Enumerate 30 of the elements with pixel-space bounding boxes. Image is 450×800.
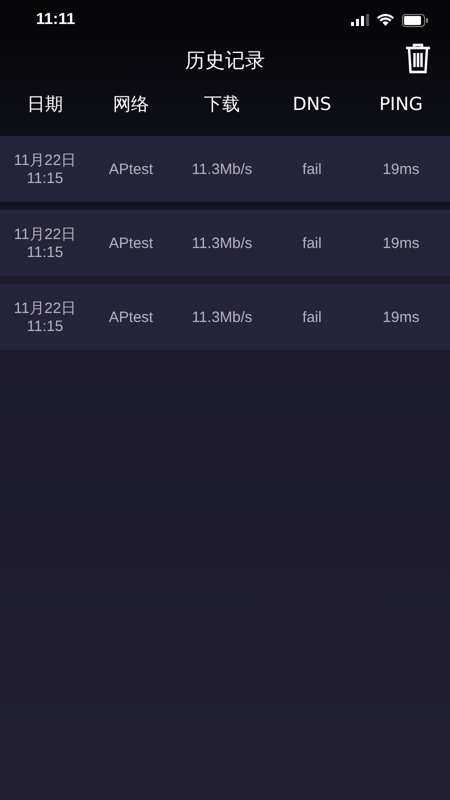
time-text: 11:15 (26, 318, 64, 335)
screen-title: 历史记录 (185, 46, 265, 74)
trash-icon (404, 42, 432, 74)
date-text: 11月22日 (14, 299, 76, 318)
network-cell-text: APtest (108, 160, 154, 178)
column-header: 下载 (203, 93, 241, 116)
column-header: DNS (292, 94, 332, 114)
column-header: PING (378, 94, 424, 114)
time-text: 11:15 (26, 244, 64, 261)
column-header: 网络 (112, 93, 150, 116)
time-text: 11:15 (26, 170, 64, 187)
date-text: 11月22日 (14, 225, 76, 244)
dns-cell-text: fail (301, 160, 323, 178)
download-cell-text: 11.3Mb/s (190, 234, 254, 252)
dns-cell-text: fail (301, 234, 323, 252)
download-cell-text: 11.3Mb/s (190, 308, 254, 326)
trash-button[interactable] (404, 42, 432, 74)
column-header: 日期 (26, 93, 64, 116)
network-cell-text: APtest (108, 308, 154, 326)
signal-icon (351, 14, 369, 26)
wifi-icon (377, 14, 394, 26)
ping-cell-text: 19ms (382, 160, 420, 178)
ping-cell-text: 19ms (382, 308, 420, 326)
battery-icon (402, 14, 428, 26)
status-time: 11:11 (36, 11, 76, 29)
dns-cell-text: fail (301, 308, 323, 326)
date-text: 11月22日 (14, 151, 76, 170)
download-cell-text: 11.3Mb/s (190, 160, 254, 178)
ping-cell-text: 19ms (382, 234, 420, 252)
network-cell-text: APtest (108, 234, 154, 252)
